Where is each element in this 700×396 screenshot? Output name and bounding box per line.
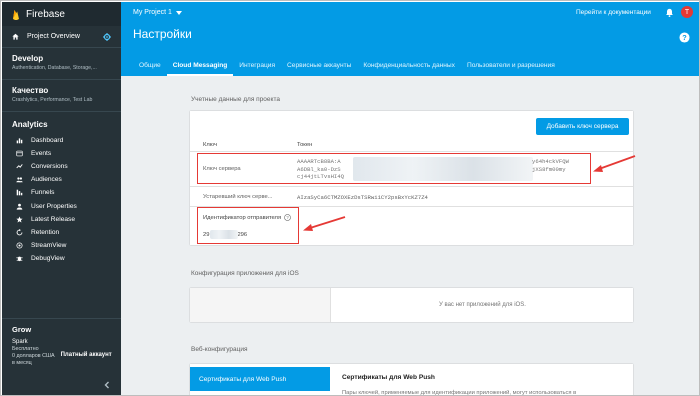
home-icon <box>12 33 19 40</box>
brand-name: Firebase <box>26 8 65 20</box>
section-subtitle: Crashlytics, Performance, Test Lab <box>12 97 93 103</box>
user-properties-icon <box>16 203 23 210</box>
sidebar-item-project-overview[interactable]: Project Overview <box>2 26 121 48</box>
firebase-logo-icon <box>13 9 19 20</box>
sidebar-item-label: User Properties <box>31 202 77 210</box>
credentials-section-title: Учетные данные для проекта <box>191 96 280 103</box>
tab-4[interactable]: Сервисные аккаунты <box>281 55 357 76</box>
divider <box>190 186 633 187</box>
section-subtitle: Authentication, Database, Storage,... <box>12 65 97 71</box>
svg-text:?: ? <box>682 33 687 42</box>
sidebar-item-label: StreamView <box>31 241 67 249</box>
tab-2[interactable]: Cloud Messaging <box>166 55 234 76</box>
sidebar-item-dashboard[interactable]: Dashboard <box>12 134 111 147</box>
sidebar-item-label: Conversions <box>31 163 68 171</box>
gear-icon[interactable] <box>103 33 111 41</box>
tab-5[interactable]: Конфиденциальность данных <box>357 55 461 76</box>
arrow-icon <box>303 216 346 231</box>
sidebar-item-latest-release[interactable]: Latest Release <box>12 213 111 226</box>
section-title: Develop <box>12 54 44 63</box>
add-server-key-button[interactable]: Добавить ключ сервера <box>536 118 629 135</box>
upgrade-plan-link[interactable]: Платный аккаунт <box>61 352 112 358</box>
page-header: My Project 1 Перейти к документации T На… <box>121 2 699 76</box>
section-title: Grow <box>12 325 32 334</box>
latest-release-icon <box>16 216 23 223</box>
settings-tabs: Общие Cloud Messaging Интеграция Сервисные … <box>133 55 561 76</box>
web-card-description: Пары ключей, применяемые для идентификац… <box>342 390 577 396</box>
sidebar-item-label: Funnels <box>31 189 55 197</box>
highlight-server-key <box>197 153 591 184</box>
sidebar-item-user-properties[interactable]: User Properties <box>12 199 111 212</box>
sidebar: Firebase Project Overview Develop Authen… <box>2 2 121 395</box>
plan-details: Spark Бесплатно 0 долларов США в месяц <box>12 339 55 367</box>
legacy-key-label: Устаревший ключ серве... <box>203 194 273 200</box>
sidebar-item-conversions[interactable]: Conversions <box>12 160 111 173</box>
project-name: My Project 1 <box>133 9 172 16</box>
plan-price-line: Бесплатно <box>12 346 39 352</box>
screenshot-frame: Firebase Project Overview Develop Authen… <box>0 0 700 396</box>
debugview-icon <box>16 256 23 261</box>
analytics-list: Dashboard Events Conversions Audiences Funne… <box>12 134 111 265</box>
streamview-icon <box>16 242 23 249</box>
header-toolbar: My Project 1 Перейти к документации T <box>121 2 699 23</box>
audiences-icon <box>16 177 23 183</box>
ios-section-title: Конфигурация приложения для iOS <box>191 270 299 277</box>
section-title: Analytics <box>12 120 48 129</box>
sidebar-section-grow[interactable]: Grow <box>2 318 121 340</box>
sidebar-item-funnels[interactable]: Funnels <box>12 186 111 199</box>
section-title: Качество <box>12 86 49 95</box>
page-title: Настройки <box>133 27 192 41</box>
chevron-left-icon[interactable] <box>102 380 112 390</box>
column-header-key: Ключ <box>203 142 217 148</box>
sidebar-item-label: DebugView <box>31 254 65 262</box>
help-icon[interactable]: ? <box>679 32 690 43</box>
plan-info: Spark Бесплатно 0 долларов США в месяц П… <box>12 339 117 367</box>
project-selector[interactable]: My Project 1 <box>133 9 182 16</box>
sidebar-section-develop[interactable]: Develop Authentication, Database, Storag… <box>2 48 121 80</box>
funnels-icon <box>16 190 23 196</box>
sidebar-item-audiences[interactable]: Audiences <box>12 173 111 186</box>
web-section-title: Веб-конфигурация <box>191 346 248 353</box>
sidebar-item-label: Retention <box>31 228 60 236</box>
divider <box>190 151 633 152</box>
chevron-down-icon <box>175 10 182 15</box>
web-card-title: Сертификаты для Web Push <box>342 374 435 381</box>
plan-price-line: в месяц <box>12 360 32 366</box>
sidebar-item-debugview[interactable]: DebugView <box>12 252 111 265</box>
bell-icon[interactable] <box>665 8 674 17</box>
sidebar-section-analytics: Analytics Dashboard Events Conversions Audi… <box>2 112 121 267</box>
tab-6[interactable]: Пользователи и разрешения <box>461 55 561 76</box>
dashboard-icon <box>16 138 23 144</box>
conversions-icon <box>16 164 23 169</box>
legacy-key-value[interactable]: AIzaSyCa6CTMZOXEzDsTSRwi1CY2psBxYcKZ7Z4 <box>297 194 428 201</box>
ios-empty-message: У вас нет приложений для iOS. <box>439 302 526 308</box>
ios-app-list <box>190 288 331 322</box>
tab-3[interactable]: Интеграция <box>233 55 281 76</box>
sidebar-item-label: Project Overview <box>27 33 80 40</box>
tab-1[interactable]: Общие <box>133 55 167 76</box>
plan-name: Spark <box>12 339 28 345</box>
sidebar-item-retention[interactable]: Retention <box>12 226 111 239</box>
sidebar-item-label: Latest Release <box>31 215 75 223</box>
events-icon <box>16 150 23 157</box>
column-header-token: Токен <box>297 142 313 148</box>
docs-link[interactable]: Перейти к документации <box>576 9 651 16</box>
sidebar-item-label: Dashboard <box>31 137 64 145</box>
firebase-brand[interactable]: Firebase <box>2 2 121 26</box>
sidebar-item-events[interactable]: Events <box>12 147 111 160</box>
tab-web-push-certificates[interactable]: Сертификаты для Web Push <box>190 367 330 391</box>
avatar[interactable]: T <box>681 6 693 18</box>
ios-card <box>190 288 633 322</box>
arrow-icon <box>593 155 636 172</box>
sidebar-section-quality[interactable]: Качество Crashlytics, Performance, Test … <box>2 80 121 112</box>
sidebar-item-label: Audiences <box>31 176 62 184</box>
sidebar-item-streamview[interactable]: StreamView <box>12 239 111 252</box>
sidebar-item-label: Events <box>31 150 52 158</box>
highlight-sender-id <box>197 207 299 244</box>
main-content: Учетные данные для проекта Добавить ключ… <box>121 76 699 396</box>
plan-price-line: 0 долларов США <box>12 353 55 359</box>
retention-icon <box>16 228 23 236</box>
